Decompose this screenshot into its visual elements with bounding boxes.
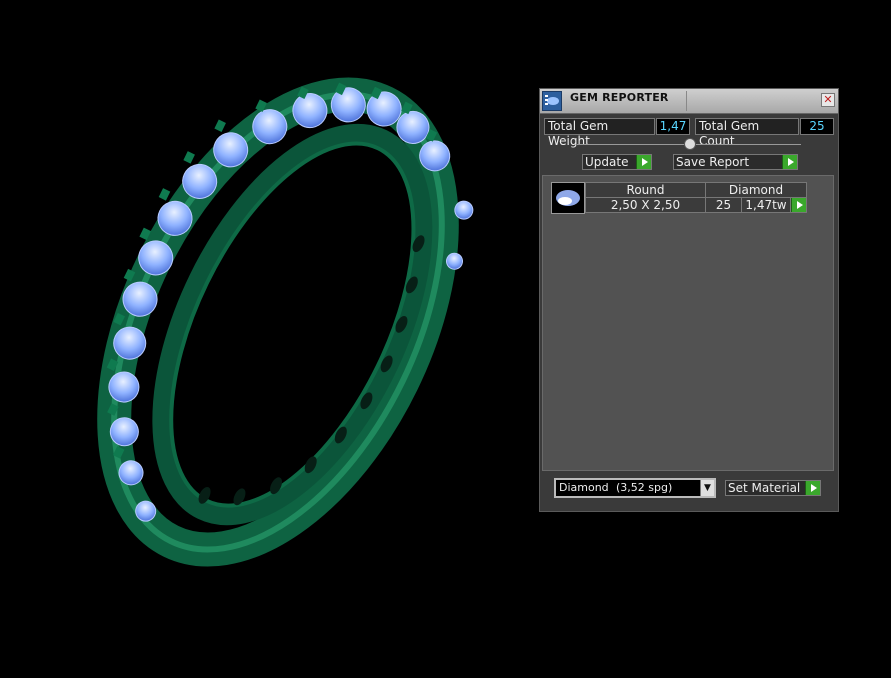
gem-report-list: Round Diamond 2,50 X 2,50 25 1,47tw — [542, 175, 834, 471]
titlebar-divider — [686, 91, 687, 111]
gem-thumbnail — [551, 182, 585, 214]
close-button[interactable]: ✕ — [821, 93, 835, 107]
save-report-button[interactable]: Save Report — [673, 154, 798, 170]
play-icon — [782, 155, 797, 169]
play-icon — [636, 155, 651, 169]
set-material-button-label: Set Material — [728, 481, 801, 495]
save-report-button-label: Save Report — [676, 155, 750, 169]
panel-titlebar[interactable]: GEM REPORTER ✕ — [540, 89, 838, 114]
set-material-button[interactable]: Set Material — [725, 480, 821, 496]
total-gem-weight-value: 1,47 — [656, 118, 690, 135]
gem-count-cell: 25 — [705, 197, 742, 213]
material-select[interactable]: Diamond (3,52 spg) ▼ — [554, 478, 716, 498]
chevron-down-icon: ▼ — [700, 480, 714, 496]
panel-title: GEM REPORTER — [570, 91, 669, 104]
play-icon — [791, 198, 806, 212]
panel-slider-handle[interactable] — [684, 138, 696, 150]
total-gem-count-value: 25 — [800, 118, 834, 135]
update-button-label: Update — [585, 155, 629, 169]
close-icon: ✕ — [823, 93, 833, 106]
total-gem-weight-label: Total Gem Weight — [544, 118, 655, 148]
gem-material-cell: Diamond — [705, 182, 807, 198]
total-gem-count-label: Total Gem Count — [695, 118, 799, 148]
gem-weight-cell: 1,47tw — [741, 197, 791, 213]
gem-row-details-button[interactable] — [790, 197, 807, 213]
gem-reporter-panel: GEM REPORTER ✕ Total Gem Weight 1,47 Tot… — [539, 88, 839, 512]
gem-shape-cell: Round — [585, 182, 706, 198]
play-icon — [805, 481, 820, 495]
gem-size-cell: 2,50 X 2,50 — [585, 197, 706, 213]
update-button[interactable]: Update — [582, 154, 652, 170]
gem-reporter-app-icon — [542, 91, 562, 111]
material-select-name: Diamond — [559, 481, 609, 494]
material-select-spg: (3,52 spg) — [616, 481, 673, 494]
